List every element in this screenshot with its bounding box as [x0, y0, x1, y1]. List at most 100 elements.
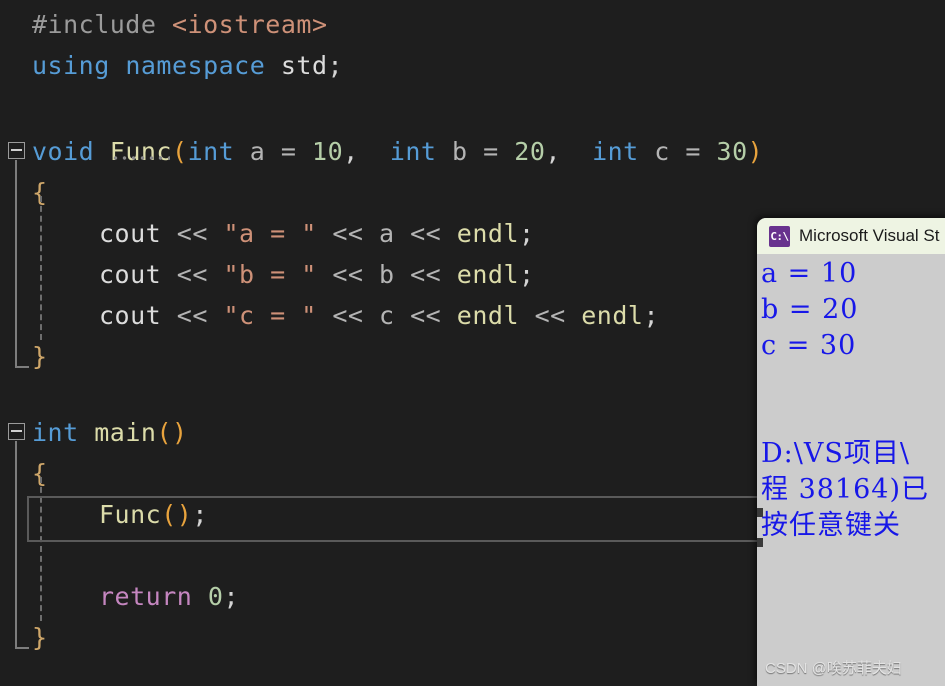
console-line-4 [761, 400, 945, 436]
token-shift-10: << [535, 301, 566, 330]
token-func-name: Func [110, 137, 172, 166]
token-space [296, 137, 312, 166]
token-space [265, 137, 281, 166]
token-space [519, 301, 535, 330]
token-cout-a: cout [99, 219, 161, 248]
token-space [395, 260, 411, 289]
console-line-3 [761, 364, 945, 400]
token-space [363, 301, 379, 330]
token-void: void [32, 137, 94, 166]
token-space [670, 137, 686, 166]
token-endl-3: endl [457, 301, 519, 330]
token-semicolon-1: ; [519, 219, 535, 248]
console-line-5: D:\VS项目\ [761, 436, 945, 472]
token-space [561, 137, 592, 166]
code-line-13: Func(); [0, 494, 208, 535]
token-cout-c: cout [99, 301, 161, 330]
token-space [436, 137, 452, 166]
token-space [317, 301, 333, 330]
token-rbrace-main: } [32, 623, 48, 652]
fold-collapse-icon-main[interactable] [8, 423, 25, 440]
token-space [161, 301, 177, 330]
fold-region-line-func [15, 160, 17, 366]
token-lparen: ( [172, 137, 188, 166]
token-shift-3: << [410, 219, 441, 248]
console-line-0: a = 10 [761, 256, 945, 292]
token-shift-6: << [410, 260, 441, 289]
token-cout-b: cout [99, 260, 161, 289]
token-var-c: c [379, 301, 395, 330]
token-string-b: "b = " [223, 260, 316, 289]
token-space [79, 418, 95, 447]
token-space [317, 219, 333, 248]
code-line-15: return 0; [0, 576, 239, 617]
console-line-6: 程 38164)已 [761, 472, 945, 508]
token-shift-4: << [177, 260, 208, 289]
token-space [265, 51, 281, 80]
token-semicolon: ; [328, 51, 344, 80]
token-call-func: Func [99, 500, 161, 529]
token-space [208, 219, 224, 248]
token-semicolon-3: ; [643, 301, 659, 330]
token-endl-4: endl [581, 301, 643, 330]
code-line-9: } [0, 336, 48, 377]
console-window[interactable]: C:\ Microsoft Visual St a = 10 b = 20 c … [757, 218, 945, 686]
token-space [110, 51, 126, 80]
token-space [441, 219, 457, 248]
token-space [208, 301, 224, 330]
token-space [468, 137, 484, 166]
token-string-c: "c = " [223, 301, 316, 330]
console-output-area[interactable]: a = 10 b = 20 c = 30 D:\VS项目\ 程 38164)已 … [757, 254, 945, 544]
token-include-directive: #include [32, 10, 156, 39]
code-line-2: using namespace std; [0, 45, 343, 86]
token-call-lparen: ( [161, 500, 177, 529]
token-space [317, 260, 333, 289]
token-rbrace-func: } [32, 342, 48, 371]
token-space [363, 260, 379, 289]
token-space [701, 137, 717, 166]
code-line-4: void Func(int a = 10, int b = 20, int c … [0, 131, 763, 172]
token-namespace: namespace [125, 51, 265, 80]
token-space [395, 219, 411, 248]
token-space [161, 260, 177, 289]
token-semicolon-5: ; [223, 582, 239, 611]
token-space [161, 219, 177, 248]
token-num-0: 0 [208, 582, 224, 611]
token-include-header: <iostream> [172, 10, 328, 39]
token-shift-7: << [177, 301, 208, 330]
fold-collapse-icon-func[interactable] [8, 142, 25, 159]
code-line-16: } [0, 617, 48, 658]
fold-region-foot-main [15, 647, 29, 649]
token-space [566, 301, 582, 330]
token-space [441, 260, 457, 289]
token-call-rparen: ) [177, 500, 193, 529]
token-var-a: a [379, 219, 395, 248]
console-window-title: Microsoft Visual St [799, 226, 939, 246]
token-string-a: "a = " [223, 219, 316, 248]
token-int-b: int [390, 137, 437, 166]
token-space [499, 137, 515, 166]
code-line-6: cout << "a = " << a << endl; [0, 213, 535, 254]
token-space [94, 137, 110, 166]
token-eq-a: = [281, 137, 297, 166]
token-shift-1: << [177, 219, 208, 248]
token-semicolon-2: ; [519, 260, 535, 289]
token-eq-c: = [685, 137, 701, 166]
console-edge-tick-1 [757, 508, 763, 517]
token-shift-2: << [332, 219, 363, 248]
console-titlebar[interactable]: C:\ Microsoft Visual St [757, 218, 945, 254]
token-main-name: main [94, 418, 156, 447]
indent-guide-main [40, 477, 42, 621]
token-endl-2: endl [457, 260, 519, 289]
token-param-c: c [654, 137, 670, 166]
token-comma-1: , [343, 137, 359, 166]
token-param-b: b [452, 137, 468, 166]
token-space [359, 137, 390, 166]
token-rparen: ) [748, 137, 764, 166]
token-comma-2: , [545, 137, 561, 166]
token-return: return [99, 582, 192, 611]
console-line-7: 按任意键关 [761, 508, 945, 544]
token-num-30: 30 [717, 137, 748, 166]
token-num-20: 20 [514, 137, 545, 166]
token-space [156, 10, 172, 39]
